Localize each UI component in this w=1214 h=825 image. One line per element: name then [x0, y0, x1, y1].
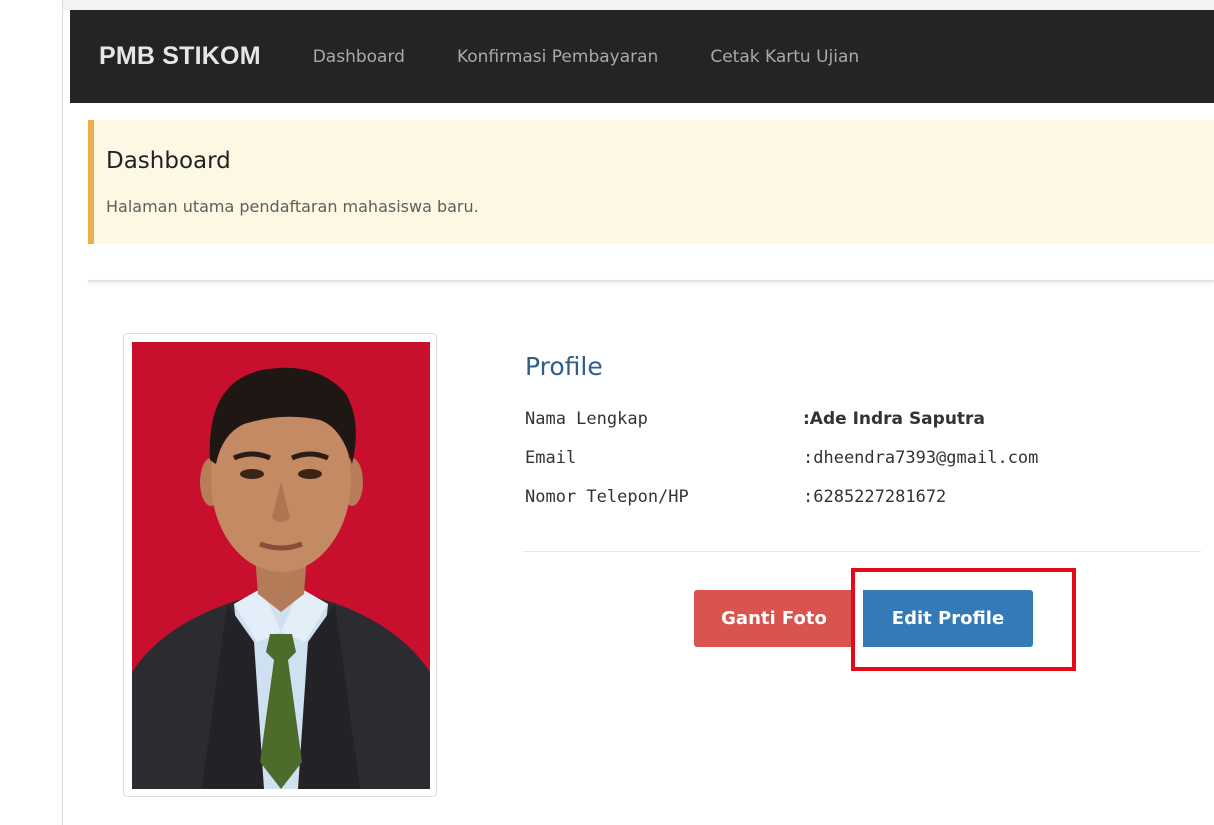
value-email: :dheendra7393@gmail.com [803, 448, 1039, 468]
value-nama-lengkap: :Ade Indra Saputra [803, 409, 985, 429]
page-subtitle: Halaman utama pendaftaran mahasiswa baru… [106, 197, 479, 216]
page-header-callout: Dashboard Halaman utama pendaftaran maha… [88, 120, 1214, 244]
profile-photo-frame [123, 333, 437, 797]
section-divider [88, 280, 1214, 282]
page-title: Dashboard [106, 148, 231, 174]
label-nama-lengkap: Nama Lengkap [525, 409, 648, 429]
top-navbar: PMB STIKOM Dashboard Konfirmasi Pembayar… [70, 10, 1214, 103]
profile-heading: Profile [525, 352, 603, 381]
left-gutter [0, 0, 63, 825]
person-portrait-image [132, 342, 430, 789]
nav-cetak-kartu-ujian[interactable]: Cetak Kartu Ujian [710, 47, 859, 67]
top-strip [0, 0, 1214, 10]
label-nomor-telepon: Nomor Telepon/HP [525, 487, 689, 507]
label-email: Email [525, 448, 577, 468]
nav-konfirmasi-pembayaran[interactable]: Konfirmasi Pembayaran [457, 47, 658, 67]
profile-divider [523, 551, 1201, 552]
edit-profile-button[interactable]: Edit Profile [863, 590, 1033, 647]
value-nomor-telepon: :6285227281672 [803, 487, 947, 507]
profile-photo [132, 342, 430, 789]
brand-logo[interactable]: PMB STIKOM [99, 42, 261, 71]
change-photo-button[interactable]: Ganti Foto [694, 590, 854, 647]
nav-dashboard[interactable]: Dashboard [313, 47, 405, 67]
